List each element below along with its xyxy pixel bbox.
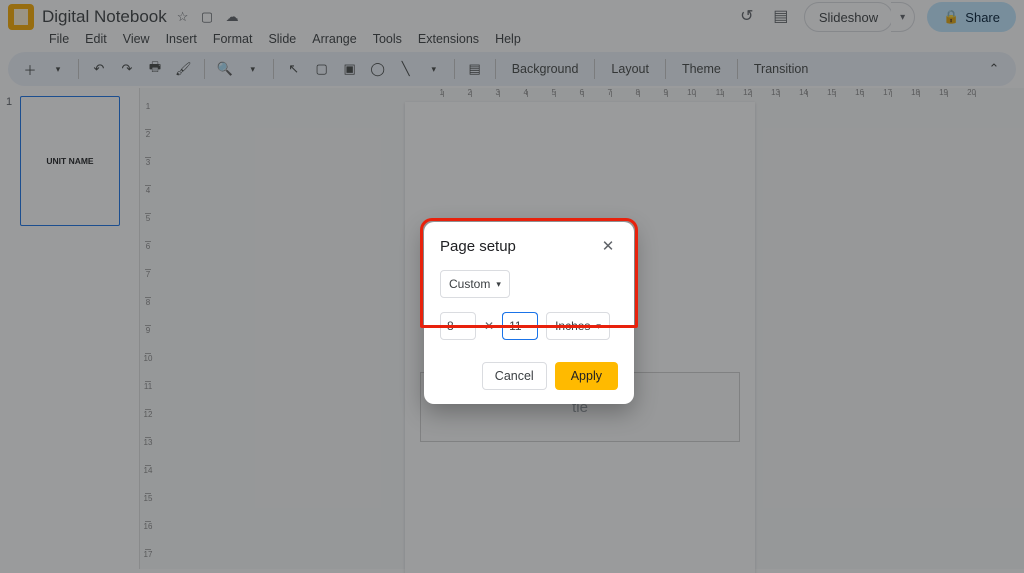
units-dropdown[interactable]: Inches ▾ xyxy=(546,312,610,340)
size-preset-dropdown[interactable]: Custom ▾ xyxy=(440,270,510,298)
apply-button[interactable]: Apply xyxy=(555,362,618,390)
page-setup-dialog: Page setup ✕ Custom ▾ ✕ Inches ▾ Cancel … xyxy=(424,222,634,404)
dimensions-row: ✕ Inches ▾ xyxy=(440,312,618,340)
close-icon[interactable]: ✕ xyxy=(598,236,618,256)
dialog-title: Page setup xyxy=(440,238,516,255)
width-input[interactable] xyxy=(440,312,476,340)
cancel-button[interactable]: Cancel xyxy=(482,362,547,390)
chevron-down-icon: ▾ xyxy=(496,279,501,290)
units-label: Inches xyxy=(555,319,590,333)
size-preset-label: Custom xyxy=(449,277,490,291)
multiply-icon: ✕ xyxy=(484,319,494,333)
chevron-down-icon: ▾ xyxy=(596,321,601,332)
height-input[interactable] xyxy=(502,312,538,340)
